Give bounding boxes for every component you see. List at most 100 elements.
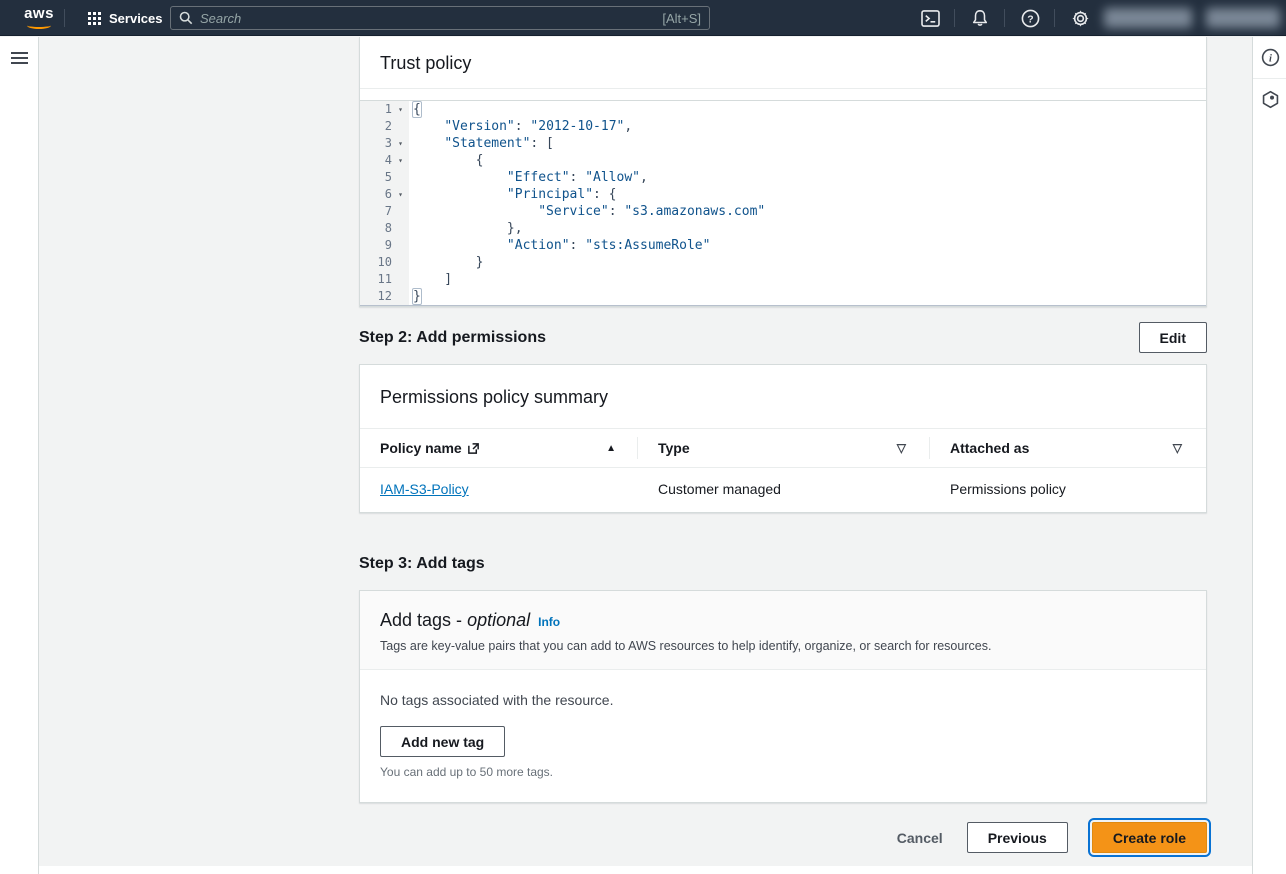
services-grid-icon (88, 12, 101, 25)
code-line: 8 }, (360, 220, 1206, 237)
cloudshell-icon (921, 10, 940, 27)
permissions-summary-title: Permissions policy summary (380, 387, 608, 407)
code-line: 1▾{ (360, 101, 1206, 118)
code-line: 12} (360, 288, 1206, 305)
code-fold-icon[interactable]: ▾ (392, 186, 409, 203)
code-line: 3▾ "Statement": [ (360, 135, 1206, 152)
code-fold-icon[interactable]: ▾ (392, 135, 409, 152)
line-number: 11 (360, 271, 392, 288)
cancel-button[interactable]: Cancel (897, 830, 943, 846)
info-panel-button[interactable]: i (1253, 37, 1286, 78)
line-number: 4 (360, 152, 392, 169)
no-tags-text: No tags associated with the resource. (380, 692, 1186, 708)
sort-ascending-icon[interactable]: ▲ (606, 443, 618, 454)
search-input[interactable] (200, 11, 662, 26)
code-line: 10 } (360, 254, 1206, 271)
line-number: 3 (360, 135, 392, 152)
page-bottom-band (39, 866, 1252, 874)
code-fold-icon[interactable]: ▾ (392, 152, 409, 169)
settings-button[interactable] (1068, 6, 1092, 30)
code-line: 9 "Action": "sts:AssumeRole" (360, 237, 1206, 254)
wizard-footer-actions: Cancel Previous Create role (359, 822, 1207, 853)
add-tags-header: Add tags - optional Info Tags are key-va… (360, 591, 1206, 670)
step2-header-row: Step 2: Add permissions Edit (359, 322, 1207, 353)
add-new-tag-button[interactable]: Add new tag (380, 726, 505, 757)
step3-header-row: Step 3: Add tags (359, 548, 1207, 579)
step2-title: Step 2: Add permissions (359, 329, 546, 347)
permissions-summary-card: Permissions policy summary Policy name ▲… (359, 364, 1207, 513)
notifications-button[interactable] (968, 6, 992, 30)
permissions-table-header: Policy name ▲ Type ▽ Attached as ▽ (360, 428, 1206, 468)
tags-remaining-hint: You can add up to 50 more tags. (380, 765, 1186, 779)
column-header-attached-as[interactable]: Attached as ▽ (930, 429, 1206, 467)
help-icon: ? (1021, 9, 1040, 28)
notifications-bell-icon (971, 9, 989, 27)
settings-gear-icon (1071, 9, 1090, 28)
line-number: 2 (360, 118, 392, 135)
policy-type-cell: Customer managed (638, 481, 930, 497)
aws-smile-icon (27, 22, 51, 29)
code-line: 6▾ "Principal": { (360, 186, 1206, 203)
nav-divider (1004, 9, 1005, 27)
hexagon-resource-icon (1261, 90, 1280, 109)
optional-label: optional (467, 610, 530, 630)
nav-divider (64, 9, 65, 27)
menu-hamburger-icon[interactable] (11, 52, 28, 65)
line-number: 8 (360, 220, 392, 237)
nav-divider (954, 9, 955, 27)
search-shortcut: [Alt+S] (662, 11, 701, 26)
code-line: 5 "Effect": "Allow", (360, 169, 1206, 186)
code-line: 2 "Version": "2012-10-17", (360, 118, 1206, 135)
help-button[interactable]: ? (1018, 6, 1042, 30)
aws-logo-text: aws (22, 6, 56, 21)
svg-text:i: i (1269, 53, 1272, 64)
aws-logo[interactable]: aws (22, 6, 56, 29)
line-number: 1 (360, 101, 392, 118)
code-line: 4▾ { (360, 152, 1206, 169)
right-tools-rail: i (1252, 37, 1286, 874)
search-icon (179, 11, 193, 25)
code-fold-icon[interactable]: ▾ (392, 101, 409, 118)
line-number: 5 (360, 169, 392, 186)
top-navigation-bar: aws Services [Alt+S] (0, 0, 1286, 36)
line-number: 7 (360, 203, 392, 220)
line-number: 6 (360, 186, 392, 203)
resources-panel-button[interactable] (1253, 79, 1286, 120)
cloudshell-button[interactable] (918, 6, 942, 30)
policy-name-link[interactable]: IAM-S3-Policy (380, 481, 469, 497)
info-icon: i (1261, 48, 1280, 67)
permissions-table-body: IAM-S3-Policy Customer managedPermissions… (360, 468, 1206, 510)
add-tags-card: Add tags - optional Info Tags are key-va… (359, 590, 1207, 803)
left-sidebar-collapsed (0, 37, 39, 874)
column-header-type[interactable]: Type ▽ (638, 429, 930, 467)
code-line: 11 ] (360, 271, 1206, 288)
trust-policy-code-editor[interactable]: 1▾{2 "Version": "2012-10-17",3▾ "Stateme… (360, 100, 1206, 306)
trust-policy-title: Trust policy (380, 53, 471, 73)
redacted-account-menu[interactable] (1206, 8, 1280, 28)
filter-triangle-icon[interactable]: ▽ (897, 441, 910, 455)
step3-title: Step 3: Add tags (359, 555, 485, 573)
code-line: 7 "Service": "s3.amazonaws.com" (360, 203, 1206, 220)
services-label: Services (109, 11, 163, 26)
external-link-icon (467, 442, 480, 455)
redacted-region-menu[interactable] (1104, 8, 1192, 28)
info-link[interactable]: Info (538, 615, 560, 629)
create-role-button[interactable]: Create role (1092, 822, 1207, 853)
column-header-policy-name[interactable]: Policy name ▲ (360, 429, 638, 467)
global-search[interactable]: [Alt+S] (170, 6, 710, 30)
previous-button[interactable]: Previous (967, 822, 1068, 853)
add-tags-title: Add tags - optional (380, 610, 530, 631)
filter-triangle-icon[interactable]: ▽ (1173, 441, 1186, 455)
line-number: 12 (360, 288, 392, 305)
page: aws Services [Alt+S] (0, 0, 1286, 874)
nav-divider (1054, 9, 1055, 27)
attached-as-cell: Permissions policy (930, 481, 1206, 497)
table-row: IAM-S3-Policy Customer managedPermissions… (360, 468, 1206, 510)
trust-policy-card: Trust policy 1▾{2 "Version": "2012-10-17… (359, 37, 1207, 307)
line-number: 10 (360, 254, 392, 271)
code-lines: 1▾{2 "Version": "2012-10-17",3▾ "Stateme… (360, 101, 1206, 305)
services-menu-button[interactable]: Services (78, 0, 173, 36)
add-tags-description: Tags are key-value pairs that you can ad… (380, 639, 1186, 653)
edit-permissions-button[interactable]: Edit (1139, 322, 1207, 353)
line-number: 9 (360, 237, 392, 254)
